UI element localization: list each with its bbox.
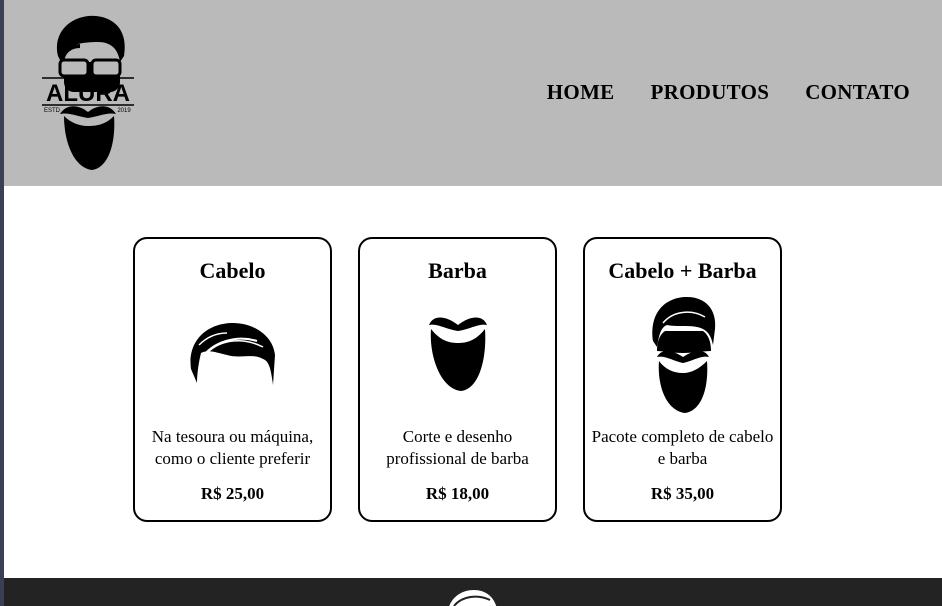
logo-left-text: ESTD xyxy=(44,108,61,114)
nav-produtos[interactable]: PRODUTOS xyxy=(651,80,770,105)
site-footer xyxy=(4,578,942,606)
product-card-barba[interactable]: Barba Corte e desenho profissional de ba… xyxy=(358,237,557,522)
bearded-man-logo-icon: ALURA ESTD 2019 xyxy=(42,15,134,170)
product-list: Cabelo Na tesoura ou máquina, como o cli… xyxy=(133,237,782,522)
product-description: Pacote completo de cabelo e barba xyxy=(591,427,774,468)
alura-logo[interactable]: ALURA ESTD 2019 xyxy=(40,12,136,172)
nav-contato[interactable]: CONTATO xyxy=(805,80,910,105)
products-section: Cabelo Na tesoura ou máquina, como o cli… xyxy=(0,186,942,578)
product-price: R$ 25,00 xyxy=(200,484,265,503)
logo-right-text: 2019 xyxy=(117,108,131,114)
hair-icon xyxy=(135,319,330,391)
nav-home[interactable]: HOME xyxy=(547,80,615,105)
product-card-cabelo-barba[interactable]: Cabelo + Barba Pacote completo de cabelo… xyxy=(583,237,782,522)
hair-beard-icon xyxy=(585,295,780,415)
product-description: Na tesoura ou máquina, como o cliente pr… xyxy=(151,427,314,468)
product-price: R$ 35,00 xyxy=(650,484,715,503)
product-description: Corte e desenho profissional de barba xyxy=(386,427,529,468)
product-title: Barba xyxy=(428,258,487,283)
beard-icon xyxy=(360,315,555,393)
site-header: ALURA ESTD 2019 HOME PRODUTOS CONTATO xyxy=(4,0,942,186)
product-title: Cabelo xyxy=(199,258,266,283)
footer-hair-icon xyxy=(444,588,500,606)
main-nav: HOME PRODUTOS CONTATO xyxy=(547,80,910,105)
product-price: R$ 18,00 xyxy=(425,484,490,503)
logo-brand-text: ALURA xyxy=(46,80,130,107)
product-title: Cabelo + Barba xyxy=(608,258,757,283)
product-card-cabelo[interactable]: Cabelo Na tesoura ou máquina, como o cli… xyxy=(133,237,332,522)
